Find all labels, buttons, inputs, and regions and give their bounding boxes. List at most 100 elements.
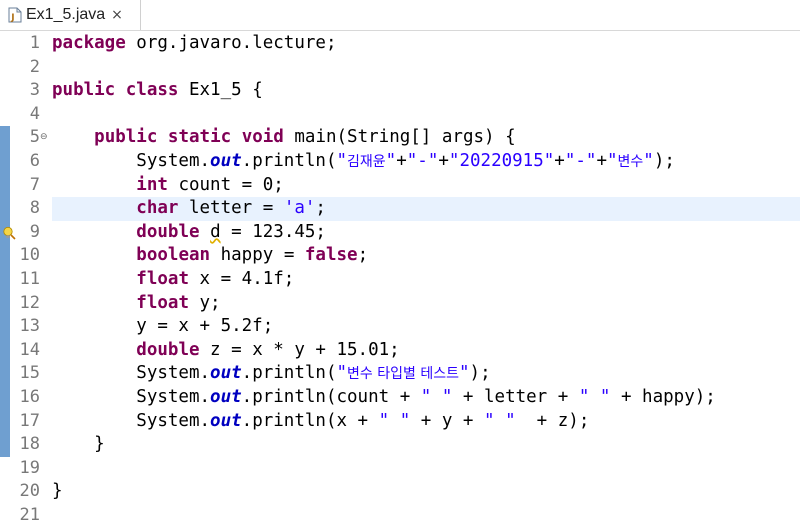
line-number: 7	[29, 174, 40, 195]
code-token: +	[554, 151, 565, 171]
code-token: System.	[52, 363, 211, 384]
code-token: System.	[52, 387, 211, 407]
line-number: 4	[29, 103, 40, 124]
code-line[interactable]: y = x + 5.2f;	[52, 315, 273, 339]
code-token: +	[438, 151, 449, 171]
keyword-token: int	[136, 174, 168, 195]
code-token: +	[396, 151, 407, 171]
code-line[interactable]: System.out.println("변수 타입별 테스트");	[52, 362, 490, 387]
code-line[interactable]: }	[52, 480, 63, 504]
code-token: );	[653, 151, 675, 171]
java-file-icon: J	[8, 7, 22, 23]
keyword-token: false	[304, 245, 358, 266]
line-number: 17	[19, 410, 40, 431]
code-line[interactable]: System.out.println("김재윤"+"-"+"20220915"+…	[52, 150, 675, 175]
code-token: + happy);	[610, 387, 716, 407]
line-number: 8	[29, 198, 40, 219]
code-line[interactable]: }	[52, 433, 105, 457]
string-token: "	[336, 151, 348, 171]
tab-title: Ex1_5.java	[26, 6, 106, 23]
code-line[interactable]: float x = 4.1f;	[52, 268, 294, 292]
code-token: x = 4.1f;	[188, 269, 295, 289]
code-token: z = x * y + 15.01;	[199, 339, 400, 360]
line-number: 16	[19, 387, 40, 407]
code-token: + z);	[515, 410, 590, 431]
string-token: " "	[378, 410, 411, 431]
code-token: main(String[] args) {	[283, 127, 516, 148]
code-token: happy =	[210, 245, 305, 266]
line-number: 2	[29, 56, 40, 77]
code-token: Ex1_5 {	[178, 80, 263, 101]
line-number: 11	[19, 269, 40, 289]
code-line[interactable]: boolean happy = false;	[52, 244, 368, 268]
line-number: 10	[19, 245, 40, 266]
keyword-token: boolean	[136, 245, 211, 266]
change-indicator	[0, 338, 10, 363]
code-line[interactable]: System.out.println(count + " " + letter …	[52, 386, 716, 410]
string-token: "	[385, 151, 397, 171]
string-token: 김재윤	[347, 154, 386, 170]
code-token: ;	[315, 198, 326, 219]
code-token: }	[52, 434, 105, 455]
string-token: "-"	[564, 151, 597, 171]
code-token: .println(	[241, 151, 337, 171]
code-line[interactable]: int count = 0;	[52, 174, 284, 198]
code-token: ;	[357, 245, 369, 266]
change-indicator	[0, 173, 10, 198]
keyword-token: static	[167, 127, 232, 148]
change-indicator	[0, 409, 10, 434]
change-indicator	[0, 126, 10, 150]
code-line[interactable]: public static void main(String[] args) {	[52, 126, 516, 150]
code-line[interactable]: float y;	[52, 292, 220, 316]
code-editor[interactable]: 1 package org.javaro.lecture; 2 3 public cla…	[0, 31, 800, 529]
string-token: "	[606, 151, 618, 171]
code-token: letter =	[178, 198, 284, 219]
change-indicator	[0, 362, 10, 386]
code-token: d	[210, 221, 221, 242]
string-token: "	[643, 151, 654, 171]
string-token: 변수 타입별 테스트	[347, 366, 459, 383]
keyword-token: public	[94, 127, 158, 148]
keyword-token: class	[125, 80, 179, 101]
code-token: count = 0;	[167, 174, 284, 195]
line-number: 9	[29, 221, 40, 242]
line-number: 20	[19, 481, 40, 502]
change-indicator	[0, 386, 10, 410]
line-number: 21	[19, 505, 40, 525]
tab-ex1-5-java[interactable]: J Ex1_5.java ×	[0, 0, 141, 30]
string-token: 'a'	[283, 198, 316, 219]
code-line[interactable]: package org.javaro.lecture;	[52, 32, 336, 56]
code-line[interactable]: double z = x * y + 15.01;	[52, 339, 400, 363]
line-number: 15	[19, 363, 40, 384]
line-number: 6	[29, 151, 40, 171]
change-indicator	[0, 150, 10, 174]
change-indicator	[0, 268, 10, 292]
close-icon[interactable]: ×	[111, 7, 123, 23]
code-line[interactable]: char letter = 'a';	[52, 197, 326, 221]
code-line[interactable]: System.out.println(x + " " + y + " " + z…	[52, 410, 589, 434]
field-token: out	[210, 410, 242, 431]
code-token: org.javaro.lecture;	[125, 33, 337, 53]
code-token: System.	[52, 410, 211, 431]
code-token: }	[52, 481, 63, 502]
code-token: + letter +	[452, 387, 579, 407]
string-token: 변수	[617, 154, 644, 170]
keyword-token: double	[136, 339, 200, 360]
string-token: "	[458, 363, 470, 384]
code-token: +	[596, 151, 607, 171]
line-number: 14	[19, 339, 40, 360]
code-token: .println(x +	[241, 410, 379, 431]
line-number: 13	[19, 316, 40, 337]
fold-toggle-icon[interactable]: ⊖	[40, 126, 50, 150]
keyword-token: float	[136, 269, 189, 289]
code-token: = 123.45;	[220, 221, 326, 242]
code-line[interactable]: public class Ex1_5 {	[52, 79, 263, 103]
code-line[interactable]: double d = 123.45;	[52, 221, 326, 245]
